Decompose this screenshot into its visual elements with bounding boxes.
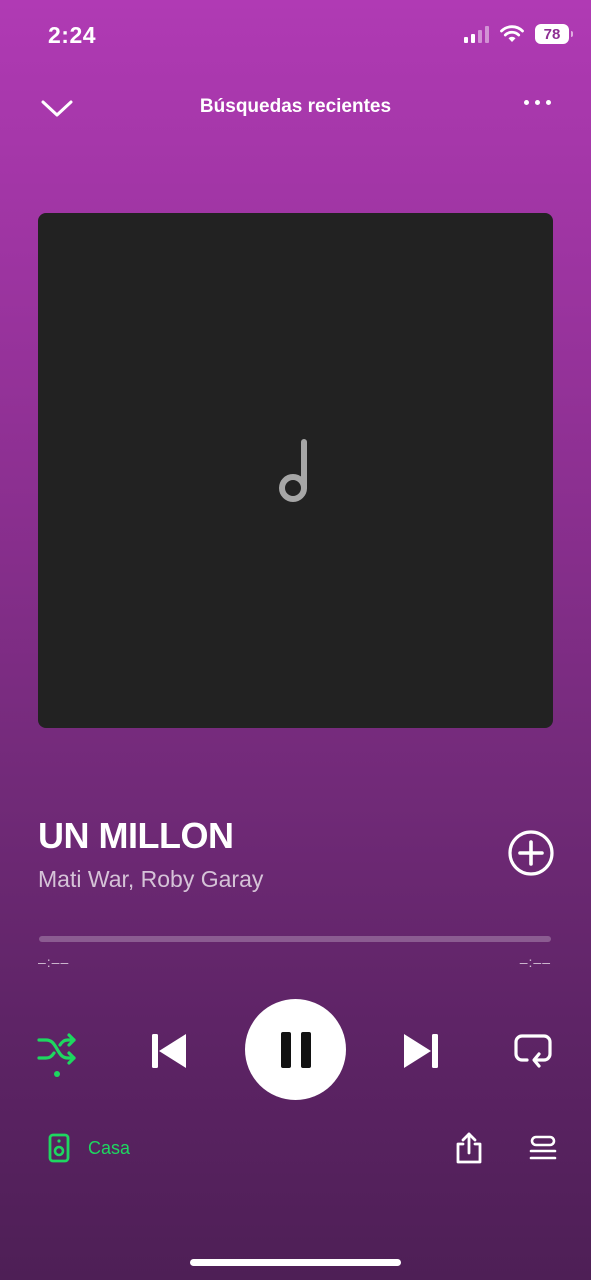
track-title[interactable]: UN MILLON — [38, 815, 234, 857]
battery-indicator: 78 — [535, 24, 573, 44]
shuffle-button[interactable] — [36, 1032, 78, 1080]
now-playing-screen: 2:24 78 Búsquedas recientes UN MILLON Ma… — [0, 0, 591, 1280]
track-artist[interactable]: Mati War, Roby Garay — [38, 866, 263, 893]
skip-previous-icon — [152, 1034, 186, 1068]
share-icon[interactable] — [454, 1131, 484, 1165]
connect-device-button[interactable]: Casa — [48, 1133, 130, 1163]
pause-icon — [280, 1031, 311, 1068]
status-icons: 78 — [464, 24, 573, 44]
context-title: Búsquedas recientes — [199, 96, 392, 117]
repeat-icon — [514, 1034, 552, 1068]
more-dots-icon[interactable] — [524, 100, 551, 105]
time-elapsed: –:–– — [38, 954, 70, 970]
previous-button[interactable] — [148, 1030, 190, 1072]
shuffle-icon — [37, 1033, 76, 1077]
repeat-button[interactable] — [513, 1032, 553, 1070]
music-note-icon — [278, 438, 307, 502]
skip-next-icon — [404, 1034, 438, 1068]
progress-bar[interactable] — [39, 936, 551, 942]
next-button[interactable] — [400, 1030, 442, 1072]
home-indicator[interactable] — [190, 1259, 401, 1266]
plus-circle-icon[interactable] — [507, 829, 555, 877]
device-label: Casa — [88, 1137, 131, 1158]
queue-icon[interactable] — [529, 1135, 557, 1161]
pause-button[interactable] — [245, 999, 346, 1100]
status-time: 2:24 — [48, 22, 97, 48]
cellular-signal-icon — [464, 25, 489, 43]
speaker-icon — [48, 1133, 70, 1163]
album-artwork — [38, 213, 553, 728]
time-remaining: –:–– — [519, 954, 551, 970]
wifi-icon — [500, 25, 524, 42]
